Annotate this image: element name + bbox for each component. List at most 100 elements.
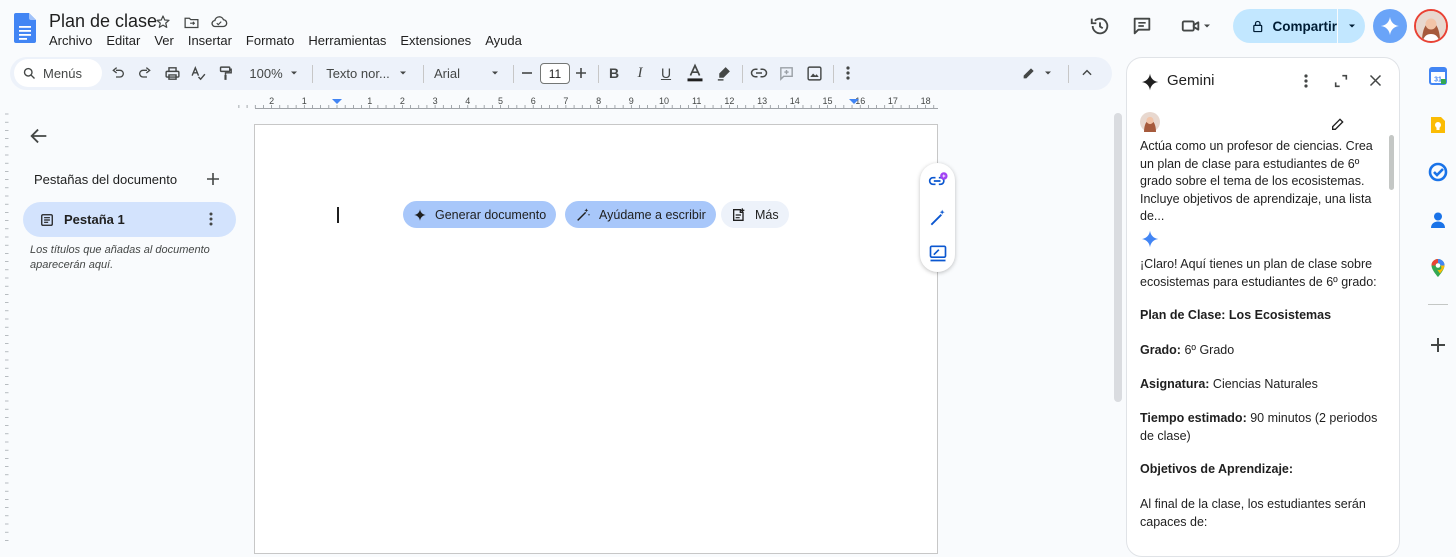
insert-comment-icon[interactable] <box>775 59 797 87</box>
expand-panel-icon[interactable] <box>1333 73 1349 89</box>
print-icon[interactable] <box>162 59 182 87</box>
search-menus-button[interactable]: Menús <box>14 59 102 87</box>
paragraph-style-value: Texto nor... <box>326 65 390 81</box>
vertical-ruler[interactable] <box>0 110 9 542</box>
field-value: 6º Grado <box>1180 343 1235 357</box>
font-size-input[interactable]: 11 <box>540 63 570 84</box>
help-me-write-chip[interactable]: Ayúdame a escribir <box>565 201 716 228</box>
close-outline-arrow-icon[interactable] <box>28 125 50 147</box>
editing-mode-select[interactable] <box>1016 59 1058 87</box>
ruler-label: 18 <box>921 96 931 106</box>
calendar-icon[interactable]: 31 <box>1428 66 1448 86</box>
get-addons-icon[interactable] <box>1428 335 1448 355</box>
menu-ayuda[interactable]: Ayuda <box>478 32 529 49</box>
font-family-select[interactable]: Arial <box>430 59 504 87</box>
gemini-scrollbar[interactable] <box>1389 135 1394 190</box>
horizontal-ruler[interactable]: 2 1 1 2 3 4 5 6 7 8 9 10 11 12 13 14 15 16 17 18 <box>0 94 1112 110</box>
field-label: Asignatura: <box>1140 377 1210 391</box>
paragraph-style-select[interactable]: Texto nor... <box>320 59 414 87</box>
tasks-icon[interactable] <box>1428 162 1448 182</box>
menu-formato[interactable]: Formato <box>239 32 301 49</box>
gemini-toggle-button[interactable] <box>1373 9 1407 43</box>
ruler-label: 9 <box>629 96 634 106</box>
help-me-write-icon[interactable] <box>928 208 948 228</box>
zoom-value: 100% <box>249 65 283 81</box>
insert-image-icon[interactable] <box>803 59 825 87</box>
redo-icon[interactable] <box>135 59 155 87</box>
edit-prompt-icon[interactable] <box>1330 116 1346 132</box>
star-icon[interactable] <box>153 12 173 32</box>
chevron-down-icon <box>399 71 406 75</box>
title-bar: Plan de clase Archivo Editar Ver Inserta… <box>0 0 1456 56</box>
highlight-color-icon[interactable] <box>713 59 733 87</box>
move-folder-icon[interactable] <box>181 12 201 32</box>
docs-logo-icon[interactable] <box>14 13 36 43</box>
add-tab-icon[interactable] <box>205 171 221 187</box>
document-page[interactable] <box>254 124 938 554</box>
tab-document-icon <box>41 214 53 226</box>
plan-title: Plan de Clase: Los Ecosistemas <box>1140 308 1332 322</box>
menu-ver[interactable]: Ver <box>147 32 181 49</box>
ruler-label: 1 <box>367 96 372 106</box>
font-family-value: Arial <box>434 65 461 81</box>
menu-insertar[interactable]: Insertar <box>181 32 239 49</box>
chevron-down-icon <box>492 71 498 75</box>
document-title[interactable]: Plan de clase <box>49 11 157 32</box>
meet-video-icon[interactable] <box>1172 8 1220 44</box>
insert-link-icon[interactable] <box>748 59 770 87</box>
share-options-button[interactable] <box>1338 9 1365 43</box>
floating-side-toolbar <box>920 163 955 272</box>
paint-format-icon[interactable] <box>215 59 235 87</box>
document-scrollbar[interactable] <box>1114 113 1122 402</box>
user-prompt-text: Actúa como un profesor de ciencias. Crea… <box>1140 139 1373 223</box>
bold-icon[interactable]: B <box>604 59 624 87</box>
spellcheck-icon[interactable] <box>188 59 208 87</box>
ruler-label: 11 <box>692 96 701 106</box>
ruler-label: 4 <box>465 96 470 106</box>
suggest-edits-icon[interactable] <box>928 243 948 263</box>
tab-pestana-1[interactable]: Pestaña 1 <box>23 202 236 237</box>
search-icon <box>23 67 35 79</box>
account-avatar[interactable] <box>1414 9 1448 43</box>
cloud-saved-icon[interactable] <box>209 12 229 32</box>
undo-icon[interactable] <box>108 59 128 87</box>
zoom-select[interactable]: 100% <box>244 59 304 87</box>
gemini-more-icon[interactable] <box>1304 74 1308 88</box>
menu-herramientas[interactable]: Herramientas <box>301 32 393 49</box>
sparkle-icon <box>414 208 426 221</box>
share-button[interactable]: Compartir <box>1233 9 1365 43</box>
text-color-icon[interactable] <box>683 59 707 87</box>
more-options-icon[interactable] <box>838 59 858 87</box>
ruler-label: 13 <box>757 96 767 106</box>
italic-icon[interactable]: I <box>630 59 650 87</box>
ruler-label: 2 <box>269 96 274 106</box>
generate-document-chip[interactable]: Generar documento <box>403 201 557 228</box>
formatting-toolbar: Menús 100% Texto nor... Arial 11 B I U <box>10 57 1112 90</box>
more-label: Más <box>755 207 779 222</box>
menu-editar[interactable]: Editar <box>99 32 147 49</box>
more-chip[interactable]: Más <box>721 201 789 228</box>
comments-icon[interactable] <box>1124 8 1160 44</box>
tab-options-icon[interactable] <box>209 212 213 226</box>
ruler-label: 15 <box>822 96 832 106</box>
underline-icon[interactable]: U <box>656 59 676 87</box>
tab-label: Pestaña 1 <box>64 212 125 227</box>
objectives-title: Objetivos de Aprendizaje: <box>1140 462 1294 476</box>
increase-font-size-icon[interactable] <box>572 59 590 87</box>
version-history-icon[interactable] <box>1082 8 1118 44</box>
ruler-label: 10 <box>659 96 669 106</box>
keep-icon[interactable] <box>1428 115 1448 135</box>
indent-marker[interactable] <box>332 99 342 104</box>
maps-icon[interactable] <box>1428 258 1448 278</box>
magic-pen-icon <box>577 207 591 221</box>
smart-link-icon[interactable] <box>928 171 948 191</box>
close-panel-icon[interactable] <box>1368 73 1383 88</box>
field-tiempo: Tiempo estimado: 90 minutos (2 periodos … <box>1140 410 1390 445</box>
hide-menus-icon[interactable] <box>1076 59 1098 87</box>
menu-bar: Archivo Editar Ver Insertar Formato Herr… <box>42 32 529 49</box>
contacts-icon[interactable] <box>1428 210 1448 230</box>
text-cursor <box>337 207 339 223</box>
menu-archivo[interactable]: Archivo <box>42 32 99 49</box>
menu-extensiones[interactable]: Extensiones <box>393 32 478 49</box>
decrease-font-size-icon[interactable] <box>518 59 536 87</box>
